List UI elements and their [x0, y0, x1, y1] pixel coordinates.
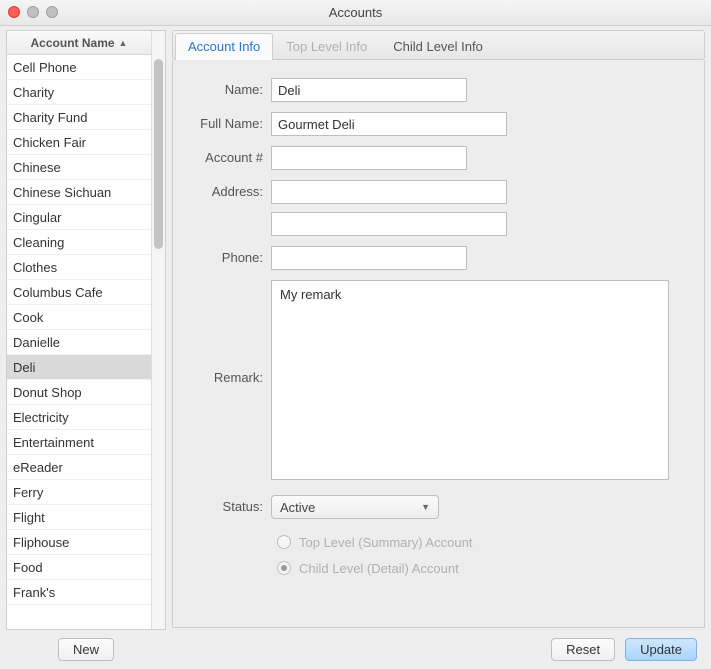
account-list-header[interactable]: Account Name ▲ — [7, 31, 151, 55]
tab-account-info[interactable]: Account Info — [175, 33, 273, 60]
label-address: Address: — [181, 180, 271, 199]
accounts-window: Accounts Account Name ▲ Cell PhoneCharit… — [0, 0, 711, 669]
update-button[interactable]: Update — [625, 638, 697, 661]
label-name: Name: — [181, 78, 271, 97]
account-list[interactable]: Cell PhoneCharityCharity FundChicken Fai… — [7, 55, 151, 629]
label-remark: Remark: — [181, 280, 271, 385]
radio-top-level-label: Top Level (Summary) Account — [299, 535, 472, 550]
address-line2-field[interactable] — [271, 212, 507, 236]
tab-child-level-info[interactable]: Child Level Info — [380, 33, 496, 60]
account-list-wrap: Account Name ▲ Cell PhoneCharityCharity … — [6, 30, 166, 630]
account-number-field[interactable] — [271, 146, 467, 170]
radio-child-level-label: Child Level (Detail) Account — [299, 561, 459, 576]
scrollbar[interactable] — [151, 31, 165, 629]
list-item[interactable]: Charity Fund — [7, 105, 151, 130]
list-item[interactable]: Charity — [7, 80, 151, 105]
list-item[interactable]: Chinese Sichuan — [7, 180, 151, 205]
list-item[interactable]: Clothes — [7, 255, 151, 280]
tab-account-info-body: Name: Full Name: Account # Address: — [172, 60, 705, 628]
list-item[interactable]: Flight — [7, 505, 151, 530]
titlebar: Accounts — [0, 0, 711, 26]
list-item[interactable]: Cingular — [7, 205, 151, 230]
new-button[interactable]: New — [58, 638, 114, 661]
list-item[interactable]: Entertainment — [7, 430, 151, 455]
list-item[interactable]: Cook — [7, 305, 151, 330]
label-phone: Phone: — [181, 246, 271, 265]
list-item[interactable]: Columbus Cafe — [7, 280, 151, 305]
label-status: Status: — [181, 495, 271, 514]
tab-top-level-info: Top Level Info — [273, 33, 380, 60]
list-item[interactable]: Chinese — [7, 155, 151, 180]
window-title: Accounts — [0, 5, 711, 20]
traffic-lights — [8, 6, 58, 18]
radio-top-level: Top Level (Summary) Account — [277, 529, 686, 555]
list-item[interactable]: eReader — [7, 455, 151, 480]
tab-bar: Account InfoTop Level InfoChild Level In… — [172, 30, 705, 60]
list-item[interactable]: Ferry — [7, 480, 151, 505]
status-select[interactable]: Active ▼ — [271, 495, 439, 519]
window-body: Account Name ▲ Cell PhoneCharityCharity … — [0, 26, 711, 669]
remark-field[interactable] — [271, 280, 669, 480]
detail-panel: Account InfoTop Level InfoChild Level In… — [172, 30, 705, 661]
list-item[interactable]: Cell Phone — [7, 55, 151, 80]
new-button-wrap: New — [6, 630, 166, 661]
list-item[interactable]: Chicken Fair — [7, 130, 151, 155]
name-field[interactable] — [271, 78, 467, 102]
minimize-icon[interactable] — [27, 6, 39, 18]
phone-field[interactable] — [271, 246, 467, 270]
list-item[interactable]: Donut Shop — [7, 380, 151, 405]
account-list-column: Account Name ▲ Cell PhoneCharityCharity … — [7, 31, 151, 629]
address-line1-field[interactable] — [271, 180, 507, 204]
full-name-field[interactable] — [271, 112, 507, 136]
maximize-icon[interactable] — [46, 6, 58, 18]
list-item[interactable]: Deli — [7, 355, 151, 380]
list-item[interactable]: Frank's — [7, 580, 151, 605]
reset-button[interactable]: Reset — [551, 638, 615, 661]
status-select-value: Active — [280, 500, 315, 515]
label-full-name: Full Name: — [181, 112, 271, 131]
label-account-number: Account # — [181, 146, 271, 165]
radio-child-level-icon — [277, 561, 291, 575]
list-item[interactable]: Food — [7, 555, 151, 580]
chevron-down-icon: ▼ — [421, 502, 430, 512]
footer-buttons: Reset Update — [172, 628, 705, 661]
sidebar: Account Name ▲ Cell PhoneCharityCharity … — [6, 30, 166, 661]
list-item[interactable]: Cleaning — [7, 230, 151, 255]
account-list-header-label: Account Name — [31, 36, 115, 50]
list-item[interactable]: Electricity — [7, 405, 151, 430]
list-item[interactable]: Fliphouse — [7, 530, 151, 555]
list-item[interactable]: Danielle — [7, 330, 151, 355]
radio-child-level: Child Level (Detail) Account — [277, 555, 686, 581]
scrollbar-thumb[interactable] — [154, 59, 163, 249]
radio-top-level-icon — [277, 535, 291, 549]
close-icon[interactable] — [8, 6, 20, 18]
sort-asc-icon: ▲ — [119, 38, 128, 48]
